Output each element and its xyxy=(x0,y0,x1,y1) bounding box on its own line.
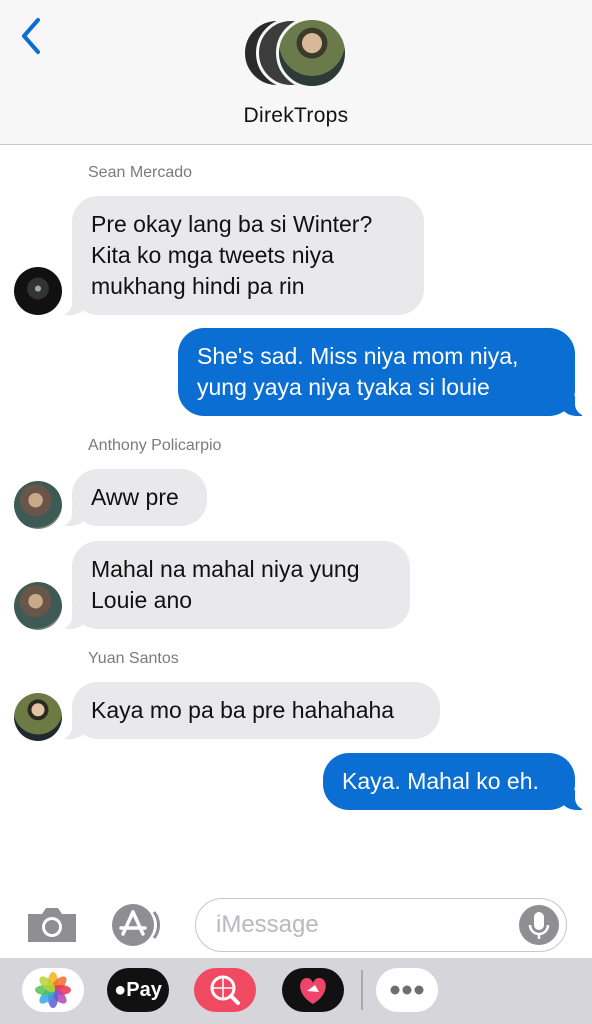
group-avatar-stack[interactable] xyxy=(242,16,350,92)
incoming-message-bubble[interactable]: Mahal na mahal niya yung Louie ano xyxy=(54,541,410,629)
message-text: Mahal na mahal niya yung Louie ano xyxy=(91,556,360,613)
more-apps-button[interactable] xyxy=(376,968,438,1012)
sender-name: Yuan Santos xyxy=(88,650,179,667)
apple-pay-icon: ● xyxy=(114,979,127,1001)
photos-icon xyxy=(35,972,71,1008)
outgoing-message-bubble[interactable]: Kaya. Mahal ko eh. xyxy=(323,753,592,810)
conversation-header: DirekTrops xyxy=(0,0,592,145)
search-images-icon xyxy=(210,975,240,1005)
avatar xyxy=(276,17,348,89)
message-text: Kaya. Mahal ko eh. xyxy=(342,768,539,794)
tray-divider xyxy=(361,970,363,1010)
outgoing-message-bubble[interactable]: She's sad. Miss niya mom niya, yung yaya… xyxy=(178,328,592,416)
group-name[interactable]: DirekTrops xyxy=(0,104,592,128)
sticker-app-button[interactable] xyxy=(282,968,344,1012)
incoming-message-bubble[interactable]: Pre okay lang ba si Winter? Kita ko mga … xyxy=(54,196,424,315)
message-text: Aww pre xyxy=(91,484,179,510)
incoming-message-bubble[interactable]: Kaya mo pa ba pre hahahaha xyxy=(54,682,440,739)
photos-app-button[interactable] xyxy=(22,968,84,1012)
sender-name: Anthony Policarpio xyxy=(88,437,222,454)
avatar[interactable] xyxy=(14,693,62,741)
app-drawer: ●Pay xyxy=(0,958,592,1024)
message-composer[interactable] xyxy=(195,898,567,952)
avatar[interactable] xyxy=(14,582,62,630)
microphone-button[interactable] xyxy=(519,905,559,945)
incoming-message-bubble[interactable]: Aww pre xyxy=(54,469,207,526)
avatar[interactable] xyxy=(14,267,62,315)
heart-sticker-icon xyxy=(300,978,326,1004)
apple-pay-button[interactable]: ●Pay xyxy=(107,968,169,1012)
message-text: Pre okay lang ba si Winter? Kita ko mga … xyxy=(91,211,373,299)
more-icon xyxy=(390,985,424,995)
back-chevron-icon[interactable] xyxy=(14,16,50,56)
apple-pay-label: Pay xyxy=(126,979,162,1001)
avatar[interactable] xyxy=(14,481,62,529)
app-store-icon[interactable] xyxy=(110,902,166,948)
microphone-icon xyxy=(528,912,550,939)
image-search-app-button[interactable] xyxy=(194,968,256,1012)
sender-name: Sean Mercado xyxy=(88,164,193,181)
message-text: Kaya mo pa ba pre hahahaha xyxy=(91,697,395,723)
message-text: She's sad. Miss niya mom niya, yung yaya… xyxy=(197,343,519,400)
imessage-input[interactable] xyxy=(216,907,506,943)
camera-icon[interactable] xyxy=(24,904,80,944)
